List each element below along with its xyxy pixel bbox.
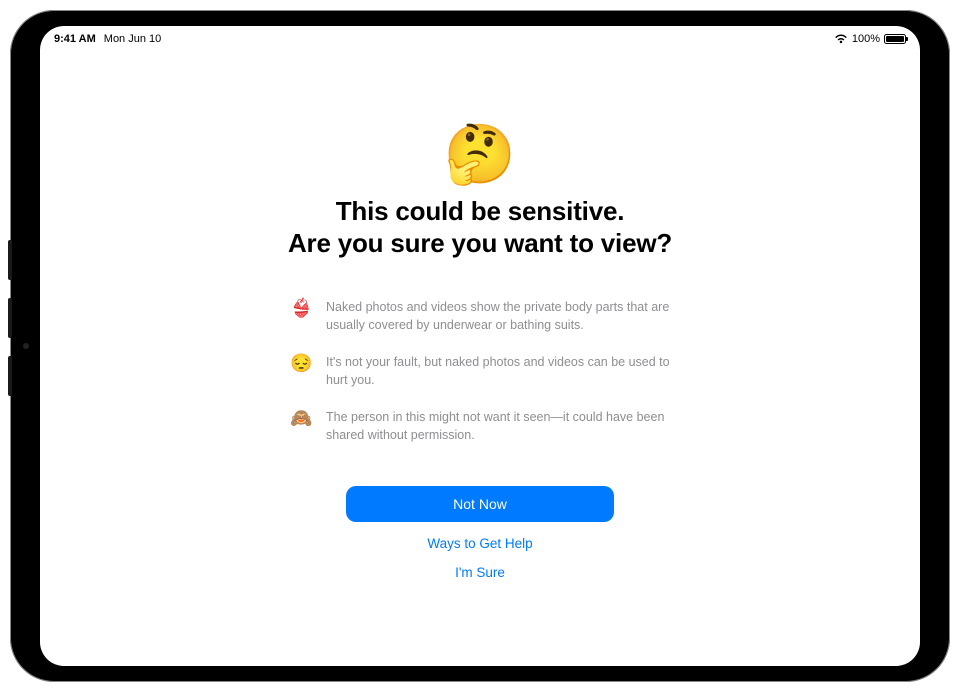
wifi-icon	[834, 34, 848, 44]
not-now-button[interactable]: Not Now	[346, 486, 614, 522]
status-bar: 9:41 AM Mon Jun 10 100%	[40, 26, 920, 48]
battery-icon	[884, 34, 906, 44]
title-line-1: This could be sensitive.	[336, 196, 625, 226]
thinking-face-icon: 🤔	[444, 126, 516, 184]
status-time: 9:41 AM	[54, 33, 96, 45]
ways-to-get-help-button[interactable]: Ways to Get Help	[427, 536, 532, 551]
see-no-evil-icon: 🙈	[290, 409, 312, 429]
action-buttons: Not Now Ways to Get Help I'm Sure	[346, 486, 614, 580]
device-side-buttons	[8, 240, 12, 414]
list-item: 🙈 The person in this might not want it s…	[290, 409, 670, 444]
ipad-frame: 9:41 AM Mon Jun 10 100% 🤔 This could be …	[10, 10, 950, 682]
list-item: 👙 Naked photos and videos show the priva…	[290, 299, 670, 334]
page-title: This could be sensitive. Are you sure yo…	[288, 196, 672, 259]
status-date: Mon Jun 10	[104, 33, 161, 45]
title-line-2: Are you sure you want to view?	[288, 228, 672, 258]
swimsuit-icon: 👙	[290, 299, 312, 319]
im-sure-button[interactable]: I'm Sure	[455, 565, 505, 580]
list-item-text: Naked photos and videos show the private…	[326, 299, 670, 334]
info-list: 👙 Naked photos and videos show the priva…	[290, 299, 670, 444]
list-item-text: It's not your fault, but naked photos an…	[326, 354, 670, 389]
battery-percentage: 100%	[852, 33, 880, 45]
screen: 9:41 AM Mon Jun 10 100% 🤔 This could be …	[40, 26, 920, 666]
device-camera-dot	[23, 343, 29, 349]
sensitive-content-warning: 🤔 This could be sensitive. Are you sure …	[40, 126, 920, 580]
list-item-text: The person in this might not want it see…	[326, 409, 670, 444]
list-item: 😔 It's not your fault, but naked photos …	[290, 354, 670, 389]
pensive-face-icon: 😔	[290, 354, 312, 374]
